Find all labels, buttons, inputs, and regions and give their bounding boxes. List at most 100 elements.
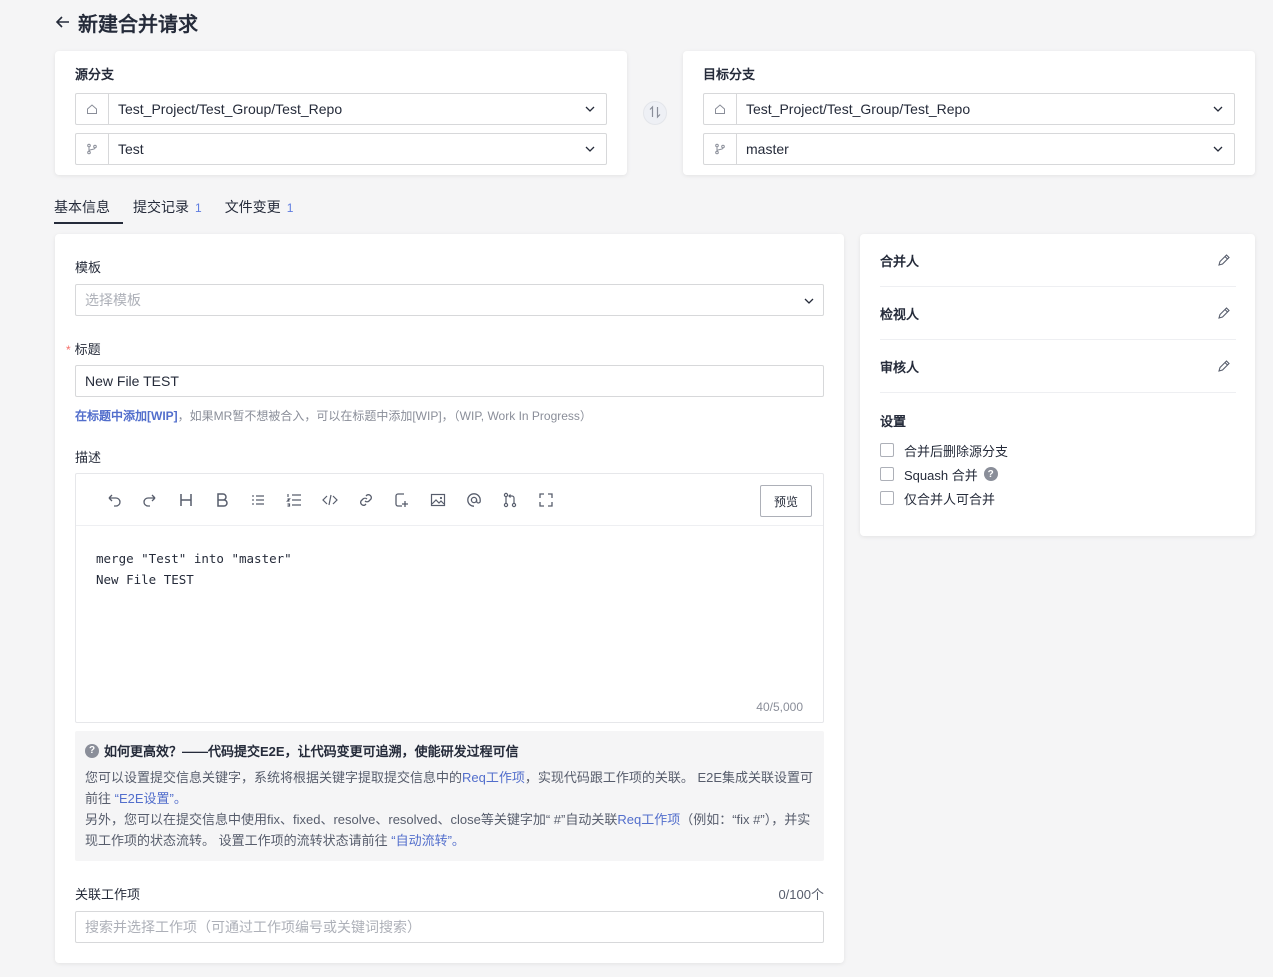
repo-icon	[76, 94, 109, 124]
workitem-label: 关联工作项	[75, 887, 141, 902]
edit-icon[interactable]	[1215, 304, 1233, 322]
source-branch-select[interactable]: Test	[75, 133, 607, 165]
help-icon[interactable]: ?	[983, 467, 998, 481]
chevron-down-icon	[1202, 134, 1234, 164]
reviewer-row: 检视人	[880, 287, 1236, 340]
workitem-count: 0/100个	[778, 887, 824, 902]
bold-icon[interactable]	[204, 488, 240, 512]
page-header: 新建合并请求	[54, 8, 198, 36]
tip-title-row: ? 如何更高效？——代码提交E2E，让代码变更可追溯，使能研发过程可信	[85, 741, 814, 760]
title-value: New File TEST	[85, 373, 179, 389]
wip-hint-text: ，如果MR暂不想被合入，可以在标题中添加[WIP]，（WIP, Work In …	[177, 409, 592, 423]
source-repo-value: Test_Project/Test_Group/Test_Repo	[118, 101, 343, 117]
option-label: Squash 合并	[904, 467, 978, 483]
target-branch-select[interactable]: master	[703, 133, 1235, 165]
edit-icon[interactable]	[1215, 357, 1233, 375]
insert-block-icon[interactable]	[384, 488, 420, 512]
branch-icon	[76, 134, 109, 164]
workitem-search-input[interactable]: 搜索并选择工作项（可通过工作项编号或关键词搜索）	[75, 911, 824, 943]
description-textarea[interactable]: merge "Test" into "master" New File TEST…	[76, 526, 823, 722]
reviewers-panel: 合并人 检视人 审核人 设置 合并后删除源分支 Squash 合并 ? 仅合并人…	[860, 234, 1255, 536]
basic-info-form: 模板 选择模板 * 标题 New File TEST 在标题中添加[WIP]，如果…	[55, 234, 844, 963]
editor-toolbar: 预览	[76, 474, 823, 526]
tip-title: 如何更高效？——代码提交E2E，让代码变更可追溯，使能研发过程可信	[104, 744, 519, 759]
merge-request-icon[interactable]	[492, 488, 528, 512]
only-merger-option[interactable]: 仅合并人可合并	[880, 486, 1236, 510]
e2e-tip-box: ? 如何更高效？——代码提交E2E，让代码变更可追溯，使能研发过程可信 您可以设…	[75, 731, 824, 861]
reviewer-label: 检视人	[880, 306, 920, 322]
back-arrow-icon[interactable]	[54, 13, 72, 31]
fullscreen-icon[interactable]	[528, 488, 564, 512]
e2e-settings-link[interactable]: “E2E设置”。	[115, 791, 187, 806]
page-title: 新建合并请求	[78, 13, 198, 36]
target-branch-value: master	[746, 141, 789, 157]
chevron-down-icon	[803, 294, 815, 310]
squash-option[interactable]: Squash 合并 ?	[880, 462, 1236, 486]
delete-source-option[interactable]: 合并后删除源分支	[880, 438, 1236, 462]
target-branch-title: 目标分支	[703, 67, 756, 82]
title-label-wrap: * 标题	[66, 339, 101, 358]
chevron-down-icon	[574, 94, 606, 124]
workitem-placeholder: 搜索并选择工作项（可通过工作项编号或关键词搜索）	[85, 919, 421, 935]
image-icon[interactable]	[420, 488, 456, 512]
checkbox[interactable]	[880, 491, 894, 505]
template-placeholder: 选择模板	[85, 292, 141, 308]
req-workitem-link[interactable]: Req工作项	[617, 812, 680, 827]
tab-count: 1	[195, 201, 202, 215]
char-count: 40/5,000	[756, 700, 803, 714]
code-icon[interactable]	[312, 488, 348, 512]
req-workitem-link[interactable]: Req工作项	[462, 770, 525, 785]
title-label: 标题	[74, 342, 101, 357]
template-select[interactable]: 选择模板	[75, 284, 824, 316]
edit-icon[interactable]	[1215, 251, 1233, 269]
undo-icon[interactable]	[96, 488, 132, 512]
branch-icon	[704, 134, 737, 164]
tab-bar: 基本信息 提交记录 1 文件变更 1	[54, 196, 316, 224]
title-input[interactable]: New File TEST	[75, 365, 824, 397]
tip-text: 您可以设置提交信息关键字，系统将根据关键字提取提交信息中的	[85, 770, 463, 785]
help-icon: ?	[85, 743, 99, 758]
approver-row: 审核人	[880, 340, 1236, 393]
auto-transition-link[interactable]: “自动流转”。	[391, 833, 465, 848]
markdown-editor: 预览 merge "Test" into "master" New File T…	[75, 473, 824, 723]
mention-icon[interactable]	[456, 488, 492, 512]
approver-label: 审核人	[880, 359, 920, 375]
source-branch-card: 源分支 Test_Project/Test_Group/Test_Repo Te…	[55, 51, 627, 175]
tab-file-changes[interactable]: 文件变更 1	[225, 196, 294, 224]
swap-branches-button[interactable]	[643, 101, 667, 125]
source-repo-select[interactable]: Test_Project/Test_Group/Test_Repo	[75, 93, 607, 125]
tip-text: 另外，您可以在提交信息中使用fix、fixed、resolve、resolved…	[85, 812, 618, 827]
checkbox[interactable]	[880, 467, 894, 481]
target-repo-value: Test_Project/Test_Group/Test_Repo	[746, 101, 971, 117]
merger-label: 合并人	[880, 253, 920, 269]
redo-icon[interactable]	[132, 488, 168, 512]
link-icon[interactable]	[348, 488, 384, 512]
tip-paragraph-2: 另外，您可以在提交信息中使用fix、fixed、resolve、resolved…	[85, 809, 814, 851]
desc-line: New File TEST	[96, 572, 194, 587]
add-wip-link[interactable]: 在标题中添加[WIP]	[75, 409, 178, 423]
preview-button[interactable]: 预览	[760, 485, 812, 517]
source-branch-title: 源分支	[75, 67, 115, 82]
tab-label: 基本信息	[54, 199, 110, 215]
settings-title: 设置	[880, 414, 907, 429]
target-repo-select[interactable]: Test_Project/Test_Group/Test_Repo	[703, 93, 1235, 125]
tab-count: 1	[286, 201, 294, 215]
tab-label: 文件变更	[224, 199, 281, 215]
tab-label: 提交记录	[133, 199, 189, 215]
desc-line: merge "Test" into "master"	[96, 551, 292, 566]
required-mark: *	[66, 343, 71, 357]
heading-icon[interactable]	[168, 488, 204, 512]
target-branch-card: 目标分支 Test_Project/Test_Group/Test_Repo m…	[683, 51, 1255, 175]
option-label: 合并后删除源分支	[904, 443, 1009, 459]
ordered-list-icon[interactable]	[276, 488, 312, 512]
tab-basic-info[interactable]: 基本信息	[54, 196, 123, 224]
desc-label: 描述	[75, 450, 102, 465]
template-label: 模板	[75, 260, 102, 275]
option-label: 仅合并人可合并	[904, 491, 996, 507]
swap-icon	[648, 105, 662, 122]
bullet-list-icon[interactable]	[240, 488, 276, 512]
checkbox[interactable]	[880, 443, 894, 457]
chevron-down-icon	[574, 134, 606, 164]
tab-commits[interactable]: 提交记录 1	[133, 196, 202, 224]
source-branch-value: Test	[118, 141, 144, 157]
